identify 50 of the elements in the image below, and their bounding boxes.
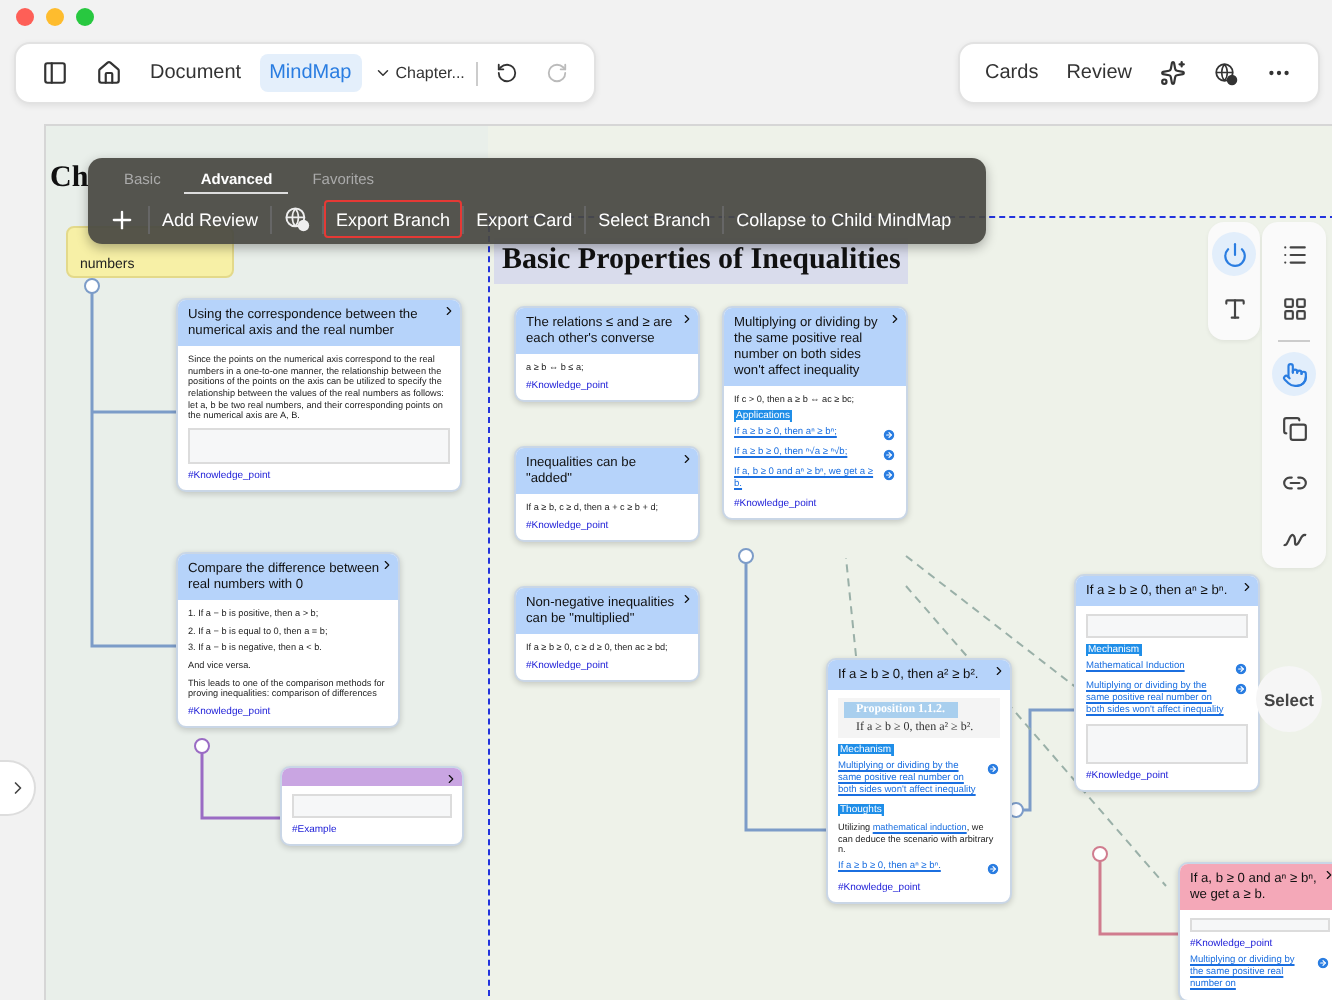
select-button[interactable]: Select xyxy=(1256,666,1322,732)
collapse-handle[interactable] xyxy=(84,278,100,294)
jump-arrow-icon[interactable] xyxy=(882,428,896,443)
jump-arrow-icon[interactable] xyxy=(1234,681,1248,696)
collapse-handle[interactable] xyxy=(1092,846,1108,862)
globe-help-icon xyxy=(284,206,311,232)
toolbar-button[interactable]: Cards xyxy=(975,54,1049,92)
collapse-handle[interactable] xyxy=(194,738,210,754)
view-tab[interactable]: Document xyxy=(140,54,252,92)
chevron-icon[interactable] xyxy=(680,592,694,606)
mindmap-card[interactable] xyxy=(722,306,908,521)
chevron-icon[interactable] xyxy=(680,312,694,326)
copy-tool-icon xyxy=(1281,415,1307,441)
jump-arrow-icon[interactable] xyxy=(882,448,896,463)
chevron-icon[interactable] xyxy=(1322,868,1332,882)
jump-arrow-icon[interactable] xyxy=(986,862,1000,877)
menu-action[interactable]: Export Card xyxy=(464,200,585,238)
add-icon xyxy=(108,205,136,233)
figure-image xyxy=(1190,917,1330,932)
menu-action[interactable]: Export Branch xyxy=(324,200,463,238)
mindmap-card[interactable] xyxy=(176,298,462,493)
tool-button[interactable] xyxy=(1212,232,1256,276)
chevron-icon[interactable] xyxy=(992,664,1006,678)
chapter-dropdown[interactable]: Chapter... xyxy=(369,60,469,86)
jump-arrow-icon[interactable] xyxy=(882,468,896,483)
hand-tool-icon xyxy=(1281,361,1307,387)
collapse-handle[interactable] xyxy=(738,548,754,564)
toolbar-button[interactable]: Review xyxy=(1056,54,1142,92)
chevron-down-icon xyxy=(373,64,392,82)
chevron-icon[interactable] xyxy=(442,304,456,318)
jump-arrow-icon[interactable] xyxy=(1234,661,1248,676)
chevron-icon[interactable] xyxy=(380,558,394,572)
jump-arrow-icon[interactable] xyxy=(1316,955,1330,970)
globe-help-icon xyxy=(1214,61,1238,85)
chevron-icon[interactable] xyxy=(444,772,458,786)
list-tool-icon xyxy=(1281,241,1307,267)
tool-button[interactable] xyxy=(1272,352,1316,396)
text-tool-icon xyxy=(1221,295,1247,321)
mindmap-card[interactable] xyxy=(826,658,1012,905)
chevron-icon[interactable] xyxy=(888,312,902,326)
menu-action[interactable]: Collapse to Child MindMap xyxy=(724,200,964,238)
menu-action[interactable]: Select Branch xyxy=(586,200,723,238)
chevron-icon[interactable] xyxy=(680,452,694,466)
view-tab[interactable]: MindMap xyxy=(259,54,362,92)
jump-arrow-icon[interactable] xyxy=(986,761,1000,776)
power-tool-icon xyxy=(1221,241,1247,267)
layout-tool-icon xyxy=(1281,295,1307,321)
chevron-icon[interactable] xyxy=(1240,580,1254,594)
menu-action[interactable]: Add Review xyxy=(150,200,271,238)
mindmap-card[interactable] xyxy=(176,552,400,729)
